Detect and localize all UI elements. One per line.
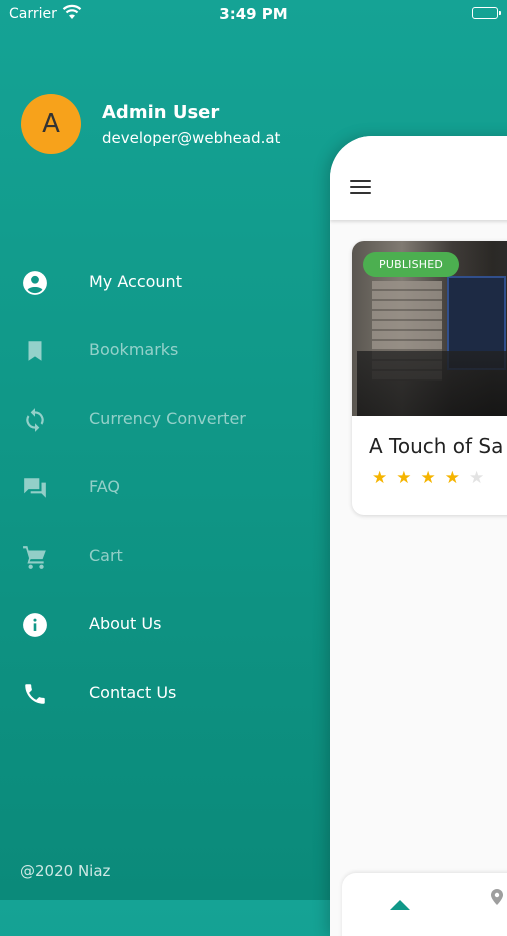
- star-icon: ★: [444, 468, 460, 488]
- bottom-nav-bar: [342, 873, 507, 936]
- home-icon[interactable]: [390, 895, 410, 910]
- copyright-footer: @2020 Niaz: [20, 862, 111, 880]
- clock: 3:49 PM: [219, 5, 288, 23]
- menu-item-about-us[interactable]: About Us: [0, 599, 320, 649]
- rating-stars: ★ ★ ★ ★ ★: [372, 470, 484, 487]
- menu-label: My Account: [89, 272, 182, 291]
- menu-icon[interactable]: [350, 180, 371, 196]
- menu-item-cart[interactable]: Cart: [0, 531, 320, 581]
- forum-icon: [22, 475, 48, 501]
- menu-item-faq[interactable]: FAQ: [0, 462, 320, 512]
- menu-label: About Us: [89, 614, 162, 633]
- star-icon: ★: [396, 468, 412, 488]
- star-icon: ★: [420, 468, 436, 488]
- listing-card[interactable]: PUBLISHED A Touch of Sa ★ ★ ★ ★ ★: [352, 241, 507, 515]
- star-icon: ★: [372, 468, 388, 488]
- cart-icon: [22, 544, 48, 570]
- avatar[interactable]: A: [21, 94, 81, 154]
- menu-item-contact-us[interactable]: Contact Us: [0, 668, 320, 718]
- status-badge: PUBLISHED: [363, 252, 460, 277]
- app-bar: [330, 136, 507, 220]
- menu-label: Cart: [89, 546, 123, 565]
- listing-title: A Touch of Sa: [369, 434, 504, 458]
- menu-label: Contact Us: [89, 683, 177, 702]
- menu-label: FAQ: [89, 477, 120, 496]
- menu-label: Bookmarks: [89, 340, 179, 359]
- main-screen[interactable]: PUBLISHED A Touch of Sa ★ ★ ★ ★ ★: [330, 136, 507, 936]
- sync-icon: [22, 407, 48, 433]
- user-name: Admin User: [102, 102, 220, 123]
- info-icon: [22, 612, 48, 638]
- phone-icon: [22, 681, 48, 707]
- account-circle-icon: [22, 270, 48, 296]
- user-email: developer@webhead.at: [102, 129, 281, 147]
- status-bar: Carrier 3:49 PM: [0, 0, 507, 30]
- bookmark-icon: [22, 338, 48, 364]
- menu-item-my-account[interactable]: My Account: [0, 257, 320, 307]
- location-pin-icon[interactable]: [490, 889, 504, 905]
- star-empty-icon: ★: [469, 468, 485, 488]
- battery-icon: [472, 7, 501, 19]
- menu-item-bookmarks[interactable]: Bookmarks: [0, 325, 320, 375]
- menu-item-currency-converter[interactable]: Currency Converter: [0, 394, 320, 444]
- menu-label: Currency Converter: [89, 409, 246, 428]
